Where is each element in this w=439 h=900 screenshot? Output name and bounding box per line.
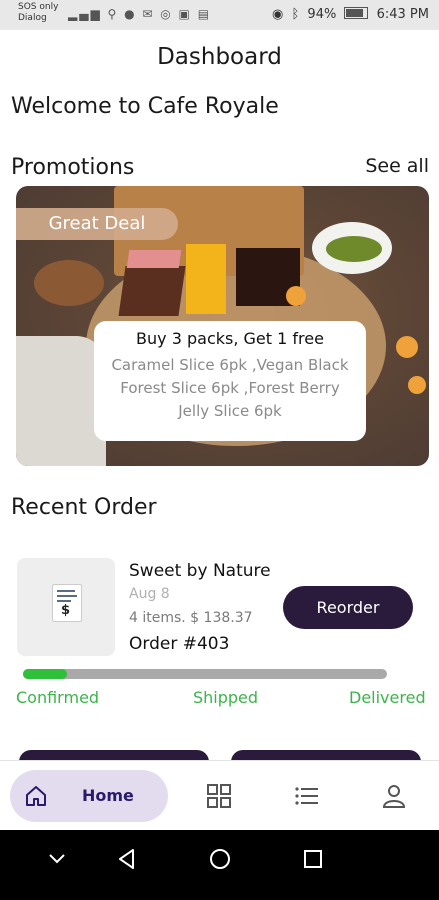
promo-image-berry bbox=[408, 376, 426, 394]
welcome-heading: Welcome to Cafe Royale bbox=[11, 94, 279, 119]
great-deal-badge: Great Deal bbox=[16, 208, 178, 240]
home-icon bbox=[26, 786, 46, 806]
back-icon[interactable] bbox=[112, 844, 142, 874]
notification-icons: ▂▄▆ ⚲ ● ✉ ◎ ▣ ▤ bbox=[68, 7, 212, 21]
promo-image-pistachios bbox=[326, 236, 382, 262]
battery-icon bbox=[344, 7, 369, 19]
recent-order-title: Recent Order bbox=[11, 495, 157, 520]
recents-icon[interactable] bbox=[298, 844, 328, 874]
promo-image-berry bbox=[286, 286, 306, 306]
receipt-line bbox=[57, 600, 71, 602]
clock: 6:43 PM bbox=[376, 7, 429, 22]
promo-description: Caramel Slice 6pk ,Vegan Black Forest Sl… bbox=[111, 356, 349, 420]
promo-headline: Buy 3 packs, Get 1 free bbox=[136, 329, 324, 348]
receipt-line bbox=[57, 595, 77, 597]
battery-percent: 94% bbox=[307, 7, 337, 22]
promo-image-cloth bbox=[16, 336, 106, 466]
order-thumbnail: $ bbox=[17, 558, 115, 656]
home-circle-icon[interactable] bbox=[205, 844, 235, 874]
status-bar: SOS only Dialog ▂▄▆ ⚲ ● ✉ ◎ ▣ ▤ ◉ ᛒ 94% … bbox=[0, 0, 439, 30]
page-title: Dashboard bbox=[157, 44, 282, 70]
promo-image-nut-bowl bbox=[34, 260, 104, 306]
receipt-line bbox=[57, 590, 75, 592]
promo-card: Buy 3 packs, Get 1 free Caramel Slice 6p… bbox=[94, 321, 366, 441]
order-number: Order #403 bbox=[129, 634, 230, 654]
promo-image-berry bbox=[396, 336, 418, 358]
promotions-title: Promotions bbox=[11, 155, 135, 180]
reorder-button[interactable]: Reorder bbox=[283, 586, 413, 629]
carrier-line-1: SOS only bbox=[18, 2, 59, 12]
promotion-banner[interactable]: Great Deal Buy 3 packs, Get 1 free Caram… bbox=[16, 186, 429, 466]
dollar-sign: $ bbox=[61, 603, 71, 618]
receipt-icon: $ bbox=[52, 584, 82, 622]
carrier-line-2: Dialog bbox=[18, 13, 47, 23]
promo-image-cake bbox=[186, 244, 226, 314]
list-icon[interactable] bbox=[294, 783, 320, 809]
nav-home-label: Home bbox=[82, 786, 134, 805]
grid-icon[interactable] bbox=[206, 783, 232, 809]
order-progress-track bbox=[23, 669, 387, 679]
order-store-name: Sweet by Nature bbox=[129, 561, 271, 581]
bottom-navigation: Home bbox=[0, 760, 439, 831]
stage-shipped: Shipped bbox=[193, 688, 259, 707]
promo-image-cake bbox=[126, 250, 182, 268]
profile-icon[interactable] bbox=[381, 783, 407, 809]
order-items-total: 4 items. $ 138.37 bbox=[129, 610, 253, 626]
system-navigation-bar bbox=[0, 830, 439, 900]
order-date: Aug 8 bbox=[129, 586, 170, 602]
status-right: ◉ ᛒ 94% 6:43 PM bbox=[268, 7, 429, 22]
stage-confirmed: Confirmed bbox=[16, 688, 100, 707]
carrier-info: SOS only Dialog bbox=[18, 2, 58, 24]
see-all-link[interactable]: See all bbox=[365, 155, 429, 177]
stage-delivered: Delivered bbox=[349, 688, 426, 707]
eye-icon: ◉ bbox=[271, 7, 284, 22]
order-progress-fill bbox=[23, 669, 67, 679]
bluetooth-icon: ᛒ bbox=[291, 7, 300, 22]
chevron-down-icon[interactable] bbox=[42, 844, 72, 874]
promo-image-cake bbox=[118, 266, 186, 316]
nav-home[interactable]: Home bbox=[10, 770, 168, 822]
